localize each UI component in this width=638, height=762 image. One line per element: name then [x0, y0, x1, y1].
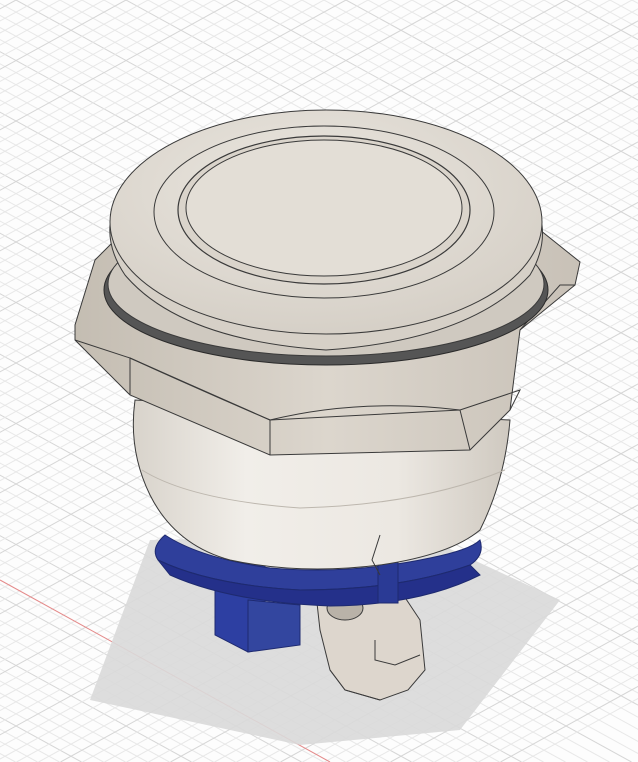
grid-line [543, 0, 638, 53]
grid-line [0, 692, 126, 762]
grid-line [609, 0, 638, 16]
grid-line [631, 0, 638, 4]
grid-line [0, 752, 16, 762]
grid-line [0, 0, 127, 70]
button-cap[interactable] [109, 109, 543, 351]
grid-line [0, 704, 104, 762]
grid-line [0, 0, 105, 58]
3d-viewport[interactable] [0, 0, 638, 762]
cap-face [185, 139, 463, 277]
viewport-canvas[interactable] [0, 0, 638, 762]
grid-line [587, 0, 638, 29]
grid-line [0, 0, 17, 10]
